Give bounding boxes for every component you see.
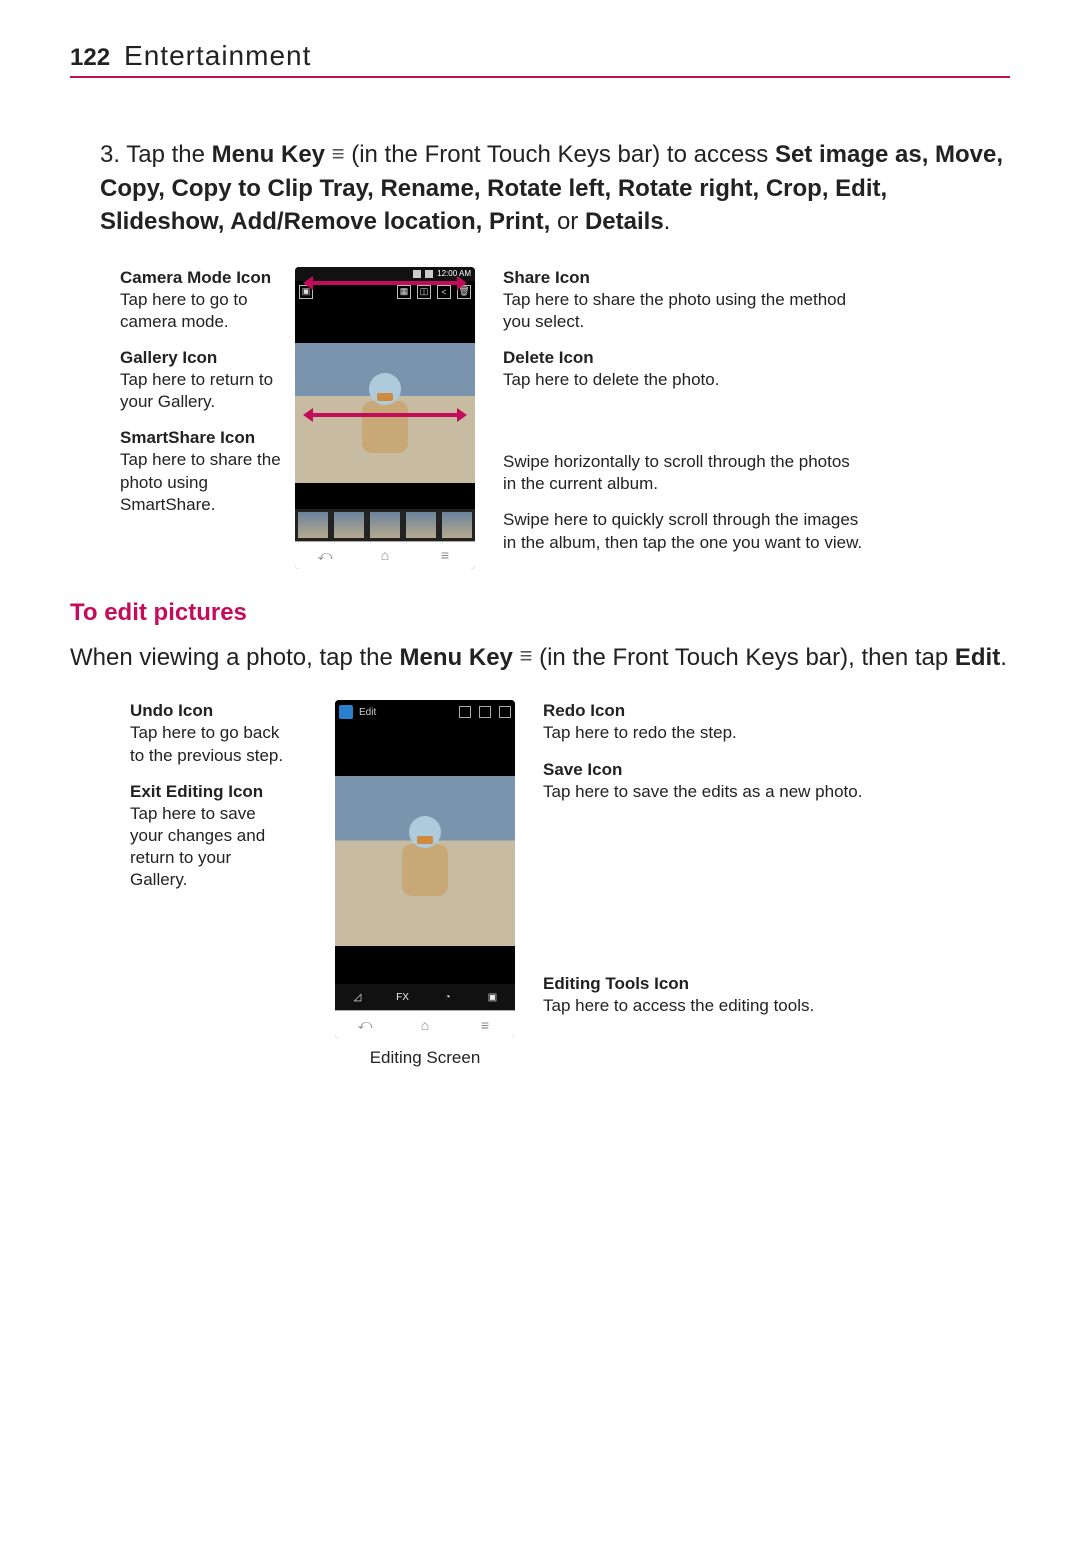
front-touch-keys: ⤺ ⌂ ≡ <box>335 1010 515 1038</box>
redo-icon[interactable] <box>479 706 491 718</box>
thumbnail[interactable] <box>370 512 400 538</box>
editor-top-bar: Edit <box>335 700 515 724</box>
exit-editing-callout: Exit Editing Icon Tap here to save your … <box>130 781 285 891</box>
save-callout: Save Icon Tap here to save the edits as … <box>543 759 905 803</box>
page-header: 122 Entertainment <box>70 40 1010 78</box>
callout-title: Redo Icon <box>543 701 625 720</box>
text: or <box>557 208 585 235</box>
battery-icon <box>425 270 433 278</box>
signal-icon <box>413 270 421 278</box>
swipe-thumb-callout: Swipe here to quickly scroll through the… <box>503 509 865 553</box>
camera-mode-callout: Camera Mode Icon Tap here to go to camer… <box>120 267 285 333</box>
menu-key[interactable]: ≡ <box>455 1011 515 1038</box>
undo-callout: Undo Icon Tap here to go back to the pre… <box>130 700 285 766</box>
photo-viewer-diagram: Camera Mode Icon Tap here to go to camer… <box>70 267 1010 569</box>
menu-key-icon: ≡ <box>332 143 345 165</box>
text: . <box>664 208 671 235</box>
text: (in the Front Touch Keys bar) to access <box>351 141 775 168</box>
editing-tools-bar: ◿ FX ◔ ▣ <box>335 984 515 1010</box>
front-touch-keys: ⤺ ⌂ ≡ <box>295 541 475 569</box>
thumbnail[interactable] <box>406 512 436 538</box>
callout-title: SmartShare Icon <box>120 428 255 447</box>
callout-desc: Tap here to go to camera mode. <box>120 290 248 331</box>
callout-title: Gallery Icon <box>120 348 217 367</box>
smartshare-icon[interactable]: ◫ <box>417 285 431 299</box>
home-key[interactable]: ⌂ <box>355 542 415 569</box>
callout-desc: Tap here to save the edits as a new phot… <box>543 782 862 801</box>
callout-desc: Tap here to redo the step. <box>543 723 737 742</box>
status-bar: 12:00 AM <box>295 267 475 281</box>
exit-editing-icon[interactable] <box>339 705 353 719</box>
undo-icon[interactable] <box>459 706 471 718</box>
callout-desc: Tap here to go back to the previous step… <box>130 723 283 764</box>
edit-instruction-paragraph: When viewing a photo, tap the Menu Key ≡… <box>70 641 1010 675</box>
callout-desc: Tap here to access the editing tools. <box>543 996 814 1015</box>
text: 3. Tap the <box>100 141 212 168</box>
callout-desc: Swipe horizontally to scroll through the… <box>503 452 850 493</box>
callout-title: Save Icon <box>543 760 622 779</box>
callout-desc: Tap here to share the photo using the me… <box>503 290 846 331</box>
callout-desc: Tap here to save your changes and return… <box>130 804 265 889</box>
swipe-thumbs-arrow <box>311 281 459 285</box>
thumbnail[interactable] <box>442 512 472 538</box>
share-icon[interactable]: < <box>437 285 451 299</box>
crop-tool-icon[interactable]: ◿ <box>335 984 380 1010</box>
callout-desc: Tap here to share the photo using SmartS… <box>120 450 281 513</box>
frame-tool-icon[interactable]: ▣ <box>470 984 515 1010</box>
to-edit-pictures-heading: To edit pictures <box>70 599 1010 627</box>
callout-desc: Tap here to delete the photo. <box>503 370 719 389</box>
chapter-title: Entertainment <box>124 40 311 72</box>
editing-screen-diagram: Undo Icon Tap here to go back to the pre… <box>70 700 1010 1068</box>
thumbnail-strip[interactable] <box>295 509 475 541</box>
menu-key-label: Menu Key <box>212 141 325 168</box>
home-key[interactable]: ⌂ <box>395 1011 455 1038</box>
thumbnail[interactable] <box>298 512 328 538</box>
callout-desc: Swipe here to quickly scroll through the… <box>503 510 862 551</box>
phone-screenshot-editor: Edit ◿ FX ◔ ▣ <box>335 700 515 1038</box>
back-key[interactable]: ⤺ <box>295 542 355 569</box>
gallery-icon[interactable]: ▦ <box>397 285 411 299</box>
redo-callout: Redo Icon Tap here to redo the step. <box>543 700 905 744</box>
menu-key[interactable]: ≡ <box>415 542 475 569</box>
share-callout: Share Icon Tap here to share the photo u… <box>503 267 865 333</box>
edit-option: Edit <box>955 644 1000 671</box>
callout-title: Share Icon <box>503 268 590 287</box>
thumbnail[interactable] <box>334 512 364 538</box>
smartshare-callout: SmartShare Icon Tap here to share the ph… <box>120 427 285 515</box>
text: When viewing a photo, tap the <box>70 644 400 671</box>
editing-tools-callout: Editing Tools Icon Tap here to access th… <box>543 973 905 1017</box>
menu-key-icon: ≡ <box>520 645 533 667</box>
editing-screen-caption: Editing Screen <box>325 1048 525 1068</box>
delete-callout: Delete Icon Tap here to delete the photo… <box>503 347 865 391</box>
phone-screenshot-viewer: 12:00 AM ▣ ▦ ◫ < 🗑 <box>295 267 475 569</box>
callout-title: Exit Editing Icon <box>130 782 263 801</box>
color-tool-icon[interactable]: ◔ <box>425 984 470 1010</box>
editbar-label: Edit <box>359 707 376 718</box>
text: . <box>1000 644 1007 671</box>
callout-title: Delete Icon <box>503 348 594 367</box>
fx-tool-icon[interactable]: FX <box>380 984 425 1010</box>
callout-desc: Tap here to return to your Gallery. <box>120 370 273 411</box>
photo-content <box>395 816 455 904</box>
swipe-horizontal-arrow <box>311 413 459 417</box>
callout-title: Camera Mode Icon <box>120 268 271 287</box>
photo-view-area[interactable] <box>295 343 475 483</box>
page-number: 122 <box>70 44 110 72</box>
save-icon[interactable] <box>499 706 511 718</box>
photo-content <box>355 373 415 461</box>
callout-title: Editing Tools Icon <box>543 974 689 993</box>
gallery-callout: Gallery Icon Tap here to return to your … <box>120 347 285 413</box>
step-3-text: 3. Tap the Menu Key ≡ (in the Front Touc… <box>100 138 1010 239</box>
text: (in the Front Touch Keys bar), then tap <box>539 644 955 671</box>
back-key[interactable]: ⤺ <box>335 1011 395 1038</box>
menu-key-label: Menu Key <box>400 644 513 671</box>
swipe-horizontal-callout: Swipe horizontally to scroll through the… <box>503 451 865 495</box>
details-option: Details <box>585 208 664 235</box>
editor-photo-area[interactable] <box>335 776 515 946</box>
callout-title: Undo Icon <box>130 701 213 720</box>
